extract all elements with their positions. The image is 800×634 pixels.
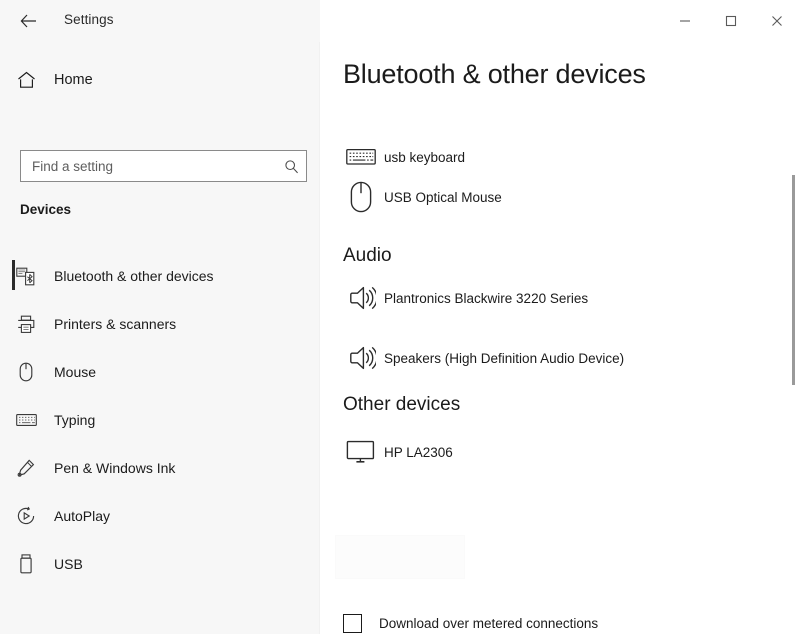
- window-title: Settings: [64, 12, 114, 27]
- sidebar-item-label: Mouse: [54, 364, 97, 380]
- sidebar-item-bluetooth-other-devices[interactable]: Bluetooth & other devices: [0, 252, 319, 300]
- metered-connections-checkbox-row[interactable]: Download over metered connections: [343, 614, 598, 633]
- device-label: USB Optical Mouse: [384, 189, 502, 205]
- sidebar-item-autoplay[interactable]: AutoPlay: [0, 492, 319, 540]
- device-row-usb-optical-mouse[interactable]: USB Optical Mouse: [338, 177, 502, 217]
- usb-icon: [4, 554, 48, 574]
- sidebar-item-label: Bluetooth & other devices: [54, 268, 214, 284]
- placeholder-box: [335, 535, 465, 579]
- sidebar-item-typing[interactable]: Typing: [0, 396, 319, 444]
- device-label: Plantronics Blackwire 3220 Series: [384, 290, 589, 306]
- device-row-hp-la2306[interactable]: HP LA2306: [338, 432, 453, 472]
- group-heading-other-devices: Other devices: [343, 394, 461, 415]
- settings-window: Settings Home Find a setting Devices Blu…: [0, 0, 800, 634]
- close-button[interactable]: [754, 0, 800, 42]
- keyboard-icon: [4, 413, 48, 427]
- speaker-icon: [338, 345, 384, 371]
- mouse-icon: [4, 362, 48, 382]
- maximize-button[interactable]: [708, 0, 754, 42]
- sidebar-item-pen-windows-ink[interactable]: Pen & Windows Ink: [0, 444, 319, 492]
- sidebar: Home Devices: [0, 42, 320, 634]
- metered-connections-checkbox[interactable]: [343, 614, 362, 633]
- back-button[interactable]: [12, 6, 44, 36]
- metered-connections-label: Download over metered connections: [379, 616, 599, 631]
- printer-icon: [4, 315, 48, 334]
- sidebar-item-usb[interactable]: USB: [0, 540, 319, 588]
- speaker-icon: [338, 285, 384, 311]
- search-input[interactable]: [21, 152, 276, 180]
- sidebar-item-label: Printers & scanners: [54, 316, 177, 332]
- group-heading-audio: Audio: [343, 245, 392, 266]
- sidebar-item-label: AutoPlay: [54, 508, 111, 524]
- sidebar-home-label: Home: [54, 72, 93, 88]
- mouse-icon: [338, 181, 384, 213]
- sidebar-item-label: Typing: [54, 412, 96, 428]
- device-row-usb-keyboard[interactable]: usb keyboard: [338, 137, 465, 177]
- title-bar-sidebar-area: [0, 0, 320, 42]
- device-row-plantronics[interactable]: Plantronics Blackwire 3220 Series: [338, 278, 588, 318]
- scrollbar-thumb[interactable]: [792, 175, 795, 385]
- sidebar-item-label: USB: [54, 556, 83, 572]
- page-title: Bluetooth & other devices: [343, 59, 646, 89]
- sidebar-item-label: Pen & Windows Ink: [54, 460, 176, 476]
- pen-icon: [4, 458, 48, 478]
- home-icon: [4, 71, 48, 89]
- title-bar: Settings: [0, 0, 800, 42]
- device-label: Speakers (High Definition Audio Device): [384, 350, 625, 366]
- device-row-speakers[interactable]: Speakers (High Definition Audio Device): [338, 338, 624, 378]
- selection-indicator: [12, 260, 15, 290]
- content-scrollbar[interactable]: [784, 42, 800, 634]
- sidebar-item-mouse[interactable]: Mouse: [0, 348, 319, 396]
- device-label: usb keyboard: [384, 149, 466, 165]
- sidebar-item-printers-scanners[interactable]: Printers & scanners: [0, 300, 319, 348]
- keyboard-icon: [338, 147, 384, 167]
- sidebar-section-label: Devices: [20, 202, 72, 217]
- search-icon[interactable]: [276, 151, 306, 181]
- sidebar-nav-list: Bluetooth & other devices Printers & sca…: [0, 252, 319, 588]
- bluetooth-devices-icon: [4, 267, 48, 286]
- main-content: Bluetooth & other devices usb keyboard U…: [320, 42, 800, 634]
- monitor-icon: [338, 440, 384, 464]
- autoplay-icon: [4, 506, 48, 526]
- device-label: HP LA2306: [384, 444, 453, 460]
- minimize-button[interactable]: [662, 0, 708, 42]
- window-controls: [662, 0, 800, 42]
- sidebar-item-home[interactable]: Home: [0, 64, 319, 96]
- search-box[interactable]: [20, 150, 307, 182]
